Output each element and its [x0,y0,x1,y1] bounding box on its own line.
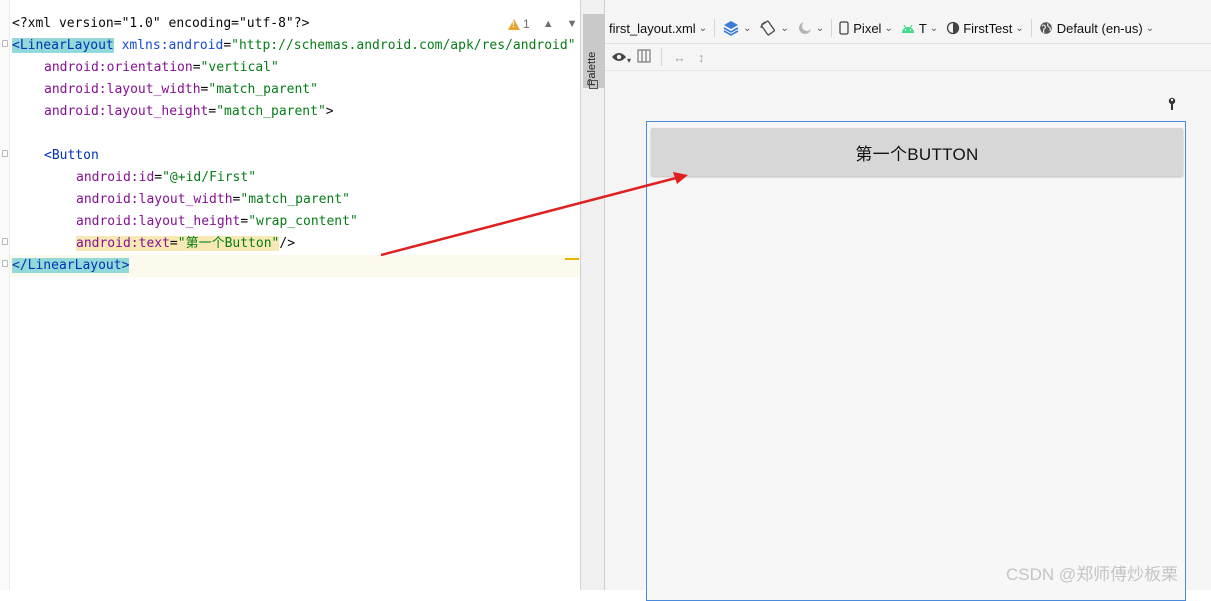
android-icon [901,24,914,33]
attribute-value: "match_parent" [216,104,326,119]
palette-label: Palette [586,51,598,86]
palette-tab[interactable]: Palette [583,14,605,89]
eye-icon [612,53,626,61]
attribute-name: android:orientation [44,60,193,75]
night-mode-button[interactable]: ⌄ [793,13,828,43]
file-name: first_layout.xml [609,20,696,36]
globe-icon [1039,22,1052,34]
night-mode-icon [798,21,812,34]
code-line-current: </LinearLayout> [10,255,580,277]
attribute-name: android:text [76,236,170,251]
first-button[interactable]: 第一个BUTTON [651,128,1183,176]
horizontal-resize-icon[interactable]: ↔ [673,50,686,65]
attribute-name: android:layout_height [44,104,209,119]
palette-tool-strip: Palette [580,0,605,590]
code-line: <LinearLayout xmlns:android="http://sche… [12,35,580,57]
attribute-name: android:layout_width [76,192,233,207]
chevron-down-icon: ⌄ [698,22,708,34]
linearlayout-close-tag: </LinearLayout> [12,258,130,273]
theme-icon [947,21,960,35]
attribute-value: "match_parent" [240,192,350,207]
warning-icon [508,18,520,30]
wrench-icon[interactable] [1167,97,1177,114]
phone-icon [839,21,849,35]
chevron-down-icon[interactable]: ▼ [567,18,578,30]
button-label: 第一个BUTTON [855,144,979,164]
tag-self-close: /> [279,236,296,251]
blueprint-toggle[interactable] [637,48,651,66]
fold-marker-icon[interactable] [2,260,8,267]
code-area[interactable]: <?xml version="1.0" encoding="utf-8"?> <… [10,13,580,277]
attribute-value: "wrap_content" [248,214,358,229]
rotate-device-icon [760,20,776,36]
watermark: CSDN @郑师傅炒板栗 [1006,565,1179,584]
api-level: T [918,20,927,36]
attribute-value: "vertical" [200,60,279,75]
code-line: android:layout_width="match_parent" [76,192,350,207]
editor-gutter [0,0,10,590]
layers-icon [723,21,739,36]
button-open-tag: <Button [44,148,99,163]
theme-selector[interactable]: FirstTest ⌄ [942,13,1028,43]
code-line: android:layout_height="match_parent"> [44,104,334,119]
tag-close: > [325,104,334,119]
palette-icon [589,80,598,89]
fold-marker-icon[interactable] [2,150,8,157]
orientation-button[interactable]: ⌄ [755,13,792,43]
layout-design-pane: first_layout.xml ⌄ ⌄ ⌄ ⌄ Pixel ⌄ T ⌄ FirstT… [605,0,1211,601]
design-toolbar: first_layout.xml ⌄ ⌄ ⌄ ⌄ Pixel ⌄ T ⌄ FirstT… [605,13,1211,44]
device-name: Pixel [853,20,882,36]
chevron-up-icon[interactable]: ▲ [543,18,554,30]
attribute-value: "第一个Button" [177,236,280,251]
code-editor[interactable]: <?xml version="1.0" encoding="utf-8"?> <… [0,0,580,590]
fold-marker-icon[interactable] [2,238,8,245]
vertical-resize-icon[interactable]: ↕ [698,50,705,65]
xmlns-value: "http://schemas.android.com/apk/res/andr… [231,38,576,53]
device-preview[interactable]: 第一个BUTTON [646,121,1186,601]
xmlns-attribute: xmlns:android [121,38,224,53]
theme-name: FirstTest [963,20,1013,36]
locale-name: Default (en-us) [1056,20,1143,36]
code-line: <Button [12,145,580,167]
code-line: android:id="@+id/First" [76,170,257,185]
attribute-name: android:layout_width [44,82,201,97]
api-level-selector[interactable]: T ⌄ [897,13,942,43]
design-secondary-toolbar: ▾ ↔ ↕ [605,44,1211,71]
attribute-value: "@+id/First" [162,170,257,185]
design-surface-button[interactable]: ⌄ [718,13,755,43]
warning-count: 1 [523,17,530,31]
attribute-name: android:layout_height [76,214,241,229]
linearlayout-open-tag: <LinearLayout [12,38,114,53]
attribute-value: "match_parent" [208,82,318,97]
toolbar-separator [714,19,716,37]
code-line: android:layout_height="wrap_content" [76,214,358,229]
code-line: android:orientation="vertical" [44,60,279,75]
locale-selector[interactable]: Default (en-us) ⌄ [1035,13,1158,43]
panel-icon [637,48,651,63]
equals-sign: = [223,38,232,53]
toolbar-separator [661,48,663,66]
warning-stripe-marker[interactable] [565,258,579,260]
toolbar-separator [1030,19,1032,37]
attribute-name: android:id [76,170,155,185]
toolbar-separator [831,19,833,37]
code-line: android:text="第一个Button"/> [76,236,296,251]
xml-declaration: <?xml version="1.0" encoding="utf-8"?> [12,16,310,31]
code-line: android:layout_width="match_parent" [44,82,318,97]
view-options-button[interactable]: ▾ [611,50,631,65]
device-selector[interactable]: Pixel ⌄ [835,13,897,43]
code-line: <?xml version="1.0" encoding="utf-8"?> [12,13,580,35]
inspection-widget[interactable]: 1 ▲ ▼ [508,17,577,31]
file-selector[interactable]: first_layout.xml ⌄ [605,13,711,43]
fold-marker-icon[interactable] [2,40,8,47]
